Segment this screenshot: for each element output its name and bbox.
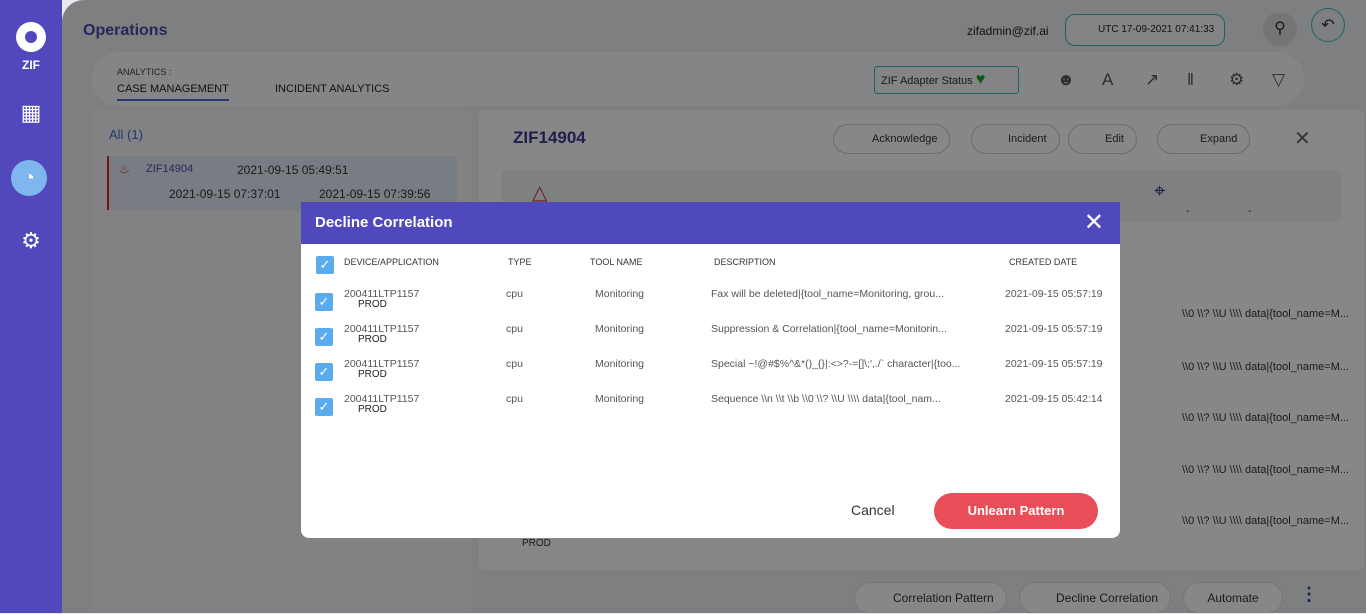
settings-gear-icon[interactable]: ⚙ bbox=[18, 228, 44, 254]
row-checkbox[interactable]: ✓ bbox=[315, 328, 333, 346]
unlearn-pattern-button[interactable]: Unlearn Pattern bbox=[934, 493, 1098, 529]
application-name: PROD bbox=[358, 299, 387, 310]
created-date: 2021-09-15 05:57:19 bbox=[1005, 323, 1103, 335]
description: Sequence \\n \\t \\b \\0 \\? \\U \\\\ da… bbox=[711, 393, 941, 405]
row-checkbox[interactable]: ✓ bbox=[315, 293, 333, 311]
row-checkbox[interactable]: ✓ bbox=[315, 363, 333, 381]
type: cpu bbox=[506, 358, 523, 370]
col-created: CREATED DATE bbox=[1009, 257, 1078, 267]
sidebar: ZIF ▦ ◔ ⚙ bbox=[0, 0, 62, 613]
tool-name: Monitoring bbox=[595, 323, 645, 335]
select-all-checkbox[interactable]: ✓ bbox=[316, 256, 334, 274]
close-icon[interactable]: ✕ bbox=[1084, 202, 1104, 244]
tool-name: Monitoring bbox=[595, 393, 645, 405]
col-tool: TOOL NAME bbox=[590, 257, 643, 267]
application-name: PROD bbox=[358, 334, 387, 345]
dialog-header: Decline Correlation ✕ bbox=[301, 202, 1120, 244]
dialog-title: Decline Correlation bbox=[315, 214, 453, 231]
type: cpu bbox=[506, 393, 523, 405]
col-type: TYPE bbox=[508, 257, 532, 267]
application-name: PROD bbox=[358, 404, 387, 415]
cancel-button[interactable]: Cancel bbox=[851, 502, 895, 518]
analytics-pie-icon[interactable]: ◔ bbox=[11, 160, 47, 196]
col-device: DEVICE/APPLICATION bbox=[344, 257, 439, 267]
col-description: DESCRIPTION bbox=[714, 257, 776, 267]
description: Fax will be deleted|{tool_name=Monitorin… bbox=[711, 288, 944, 300]
application-name: PROD bbox=[358, 369, 387, 380]
tool-name: Monitoring bbox=[595, 288, 645, 300]
zif-logo-icon[interactable] bbox=[16, 22, 46, 52]
tool-name: Monitoring bbox=[595, 358, 645, 370]
created-date: 2021-09-15 05:57:19 bbox=[1005, 288, 1103, 300]
description: Special ~!@#$%^&*()_{}|:<>?-=[]\;',./` c… bbox=[711, 358, 961, 370]
created-date: 2021-09-15 05:42:14 bbox=[1005, 393, 1103, 405]
dashboard-icon[interactable]: ▦ bbox=[18, 100, 44, 126]
description: Suppression & Correlation|{tool_name=Mon… bbox=[711, 323, 947, 335]
row-checkbox[interactable]: ✓ bbox=[315, 398, 333, 416]
created-date: 2021-09-15 05:57:19 bbox=[1005, 358, 1103, 370]
decline-correlation-dialog: Decline Correlation ✕ ✓ DEVICE/APPLICATIO… bbox=[301, 202, 1120, 538]
type: cpu bbox=[506, 323, 523, 335]
type: cpu bbox=[506, 288, 523, 300]
logo-text: ZIF bbox=[22, 58, 40, 72]
